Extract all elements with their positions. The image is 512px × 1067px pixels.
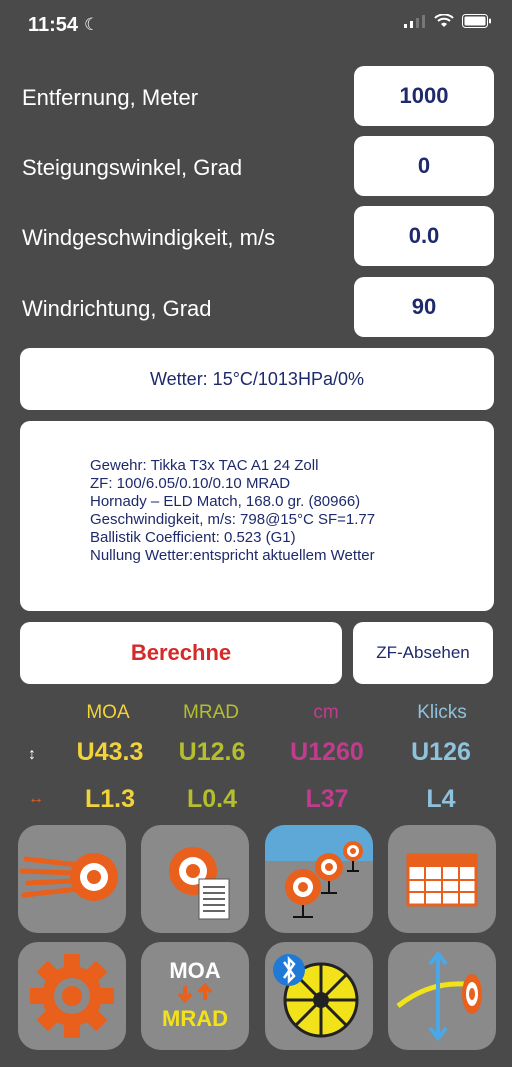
info-line-scope: ZF: 100/6.05/0.10/0.10 MRAD (90, 475, 291, 492)
horizontal-mrad: L0.4 (186, 785, 238, 813)
vertical-mrad: U12.6 (178, 738, 246, 766)
correction-arrows-icon (396, 950, 482, 1042)
header-moa: MOA (86, 702, 130, 723)
table-tile[interactable] (388, 825, 496, 933)
signal-icon (404, 15, 425, 28)
swap-arrows-icon (177, 983, 213, 1003)
status-time: 11:54 (28, 14, 79, 36)
vertical-klicks: U126 (411, 738, 471, 766)
status-icons (404, 14, 492, 28)
wind-speed-field[interactable]: 0.0 (354, 206, 494, 266)
status-bar: 11:54 ☾ (0, 0, 512, 52)
units-mrad-label: MRAD (162, 1006, 228, 1031)
units-tile[interactable]: MOA MRAD (141, 942, 249, 1050)
weather-button[interactable]: Wetter: 15°C/1013HPa/0% (20, 348, 494, 410)
angle-field[interactable]: 0 (354, 136, 494, 196)
horizontal-klicks: L4 (426, 785, 456, 813)
horizontal-arrow-icon: ↔ (28, 790, 44, 807)
wind-direction-label: Windrichtung, Grad (22, 296, 212, 321)
moon-icon: ☾ (84, 15, 100, 34)
info-line-bc: Ballistik Coefficient: 0.523 (G1) (90, 529, 296, 546)
bluetooth-wind-meter-icon (273, 954, 359, 1038)
reticle-button[interactable]: ZF-Absehen (353, 622, 493, 684)
report-tile[interactable] (141, 825, 249, 933)
speeding-target-icon (19, 853, 118, 901)
vertical-cm: U1260 (290, 738, 364, 766)
info-line-velocity: Geschwindigkeit, m/s: 798@15°C SF=1.77 (90, 511, 376, 528)
table-icon (406, 853, 478, 907)
angle-label: Steigungswinkel, Grad (22, 155, 243, 180)
trajectory-tile[interactable] (18, 825, 126, 933)
header-mrad: MRAD (183, 702, 239, 723)
wind-speed-label: Windgeschwindigkeit, m/s (22, 225, 276, 250)
battery-icon (462, 14, 491, 28)
correction-tile[interactable] (388, 942, 496, 1050)
gear-icon (30, 954, 114, 1038)
distance-label: Entfernung, Meter (22, 85, 199, 110)
wind-direction-field[interactable]: 90 (354, 277, 494, 337)
header-cm: cm (313, 702, 339, 723)
target-report-icon (169, 847, 230, 920)
multi-target-icon (265, 825, 373, 918)
header-klicks: Klicks (417, 702, 467, 723)
info-line-zero-weather: Nullung Wetter:entspricht aktuellem Wett… (90, 547, 375, 564)
multi-target-tile[interactable] (265, 825, 373, 933)
wifi-icon (434, 14, 454, 27)
wind-meter-tile[interactable] (265, 942, 373, 1050)
info-line-rifle: Gewehr: Tikka T3x TAC A1 24 Zoll (90, 457, 319, 474)
horizontal-cm: L37 (305, 785, 349, 813)
calculate-button[interactable]: Berechne (20, 622, 342, 684)
weather-text: Wetter: 15°C/1013HPa/0% (150, 368, 364, 389)
settings-tile[interactable] (18, 942, 126, 1050)
distance-field[interactable]: 1000 (354, 66, 494, 126)
vertical-arrow-icon: ↕ (28, 746, 36, 763)
profile-info-box[interactable]: Gewehr: Tikka T3x TAC A1 24 Zoll ZF: 100… (20, 421, 494, 611)
info-line-ammo: Hornady – ELD Match, 168.0 gr. (80966) (90, 493, 361, 510)
